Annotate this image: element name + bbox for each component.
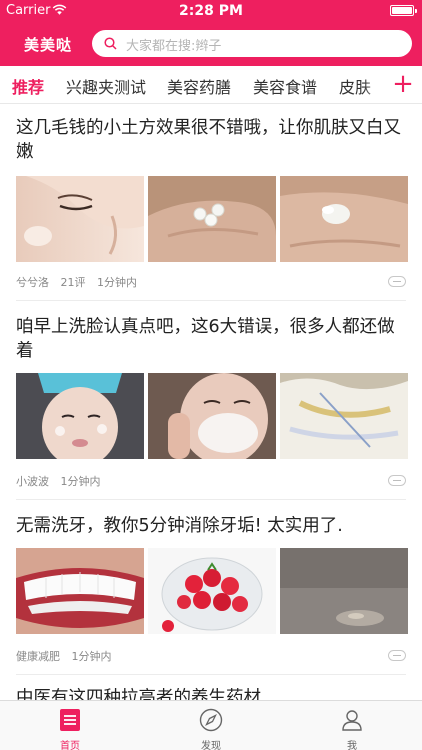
tabs-fade bbox=[364, 66, 384, 103]
tab-beauty-recipes[interactable]: 美容食谱 bbox=[253, 74, 317, 98]
battery-icon bbox=[390, 5, 417, 16]
article-author: 小波波 bbox=[16, 475, 49, 488]
bottom-tab-bar: 首页 发现 我 bbox=[0, 700, 422, 750]
article-time: 1分钟内 bbox=[97, 276, 137, 289]
divider bbox=[16, 300, 406, 301]
more-options-icon[interactable] bbox=[388, 276, 406, 287]
article-time: 1分钟内 bbox=[71, 650, 112, 663]
tab-interest-test[interactable]: 兴趣夹测试 bbox=[66, 74, 146, 98]
article-author: 兮兮洛 bbox=[16, 276, 49, 289]
tab-discover-label: 发现 bbox=[201, 741, 221, 750]
tab-me-label: 我 bbox=[347, 741, 357, 750]
compass-icon bbox=[199, 708, 223, 732]
app-header: Carrier 2:28 PM 美美哒 大家都在搜:辫子 bbox=[0, 0, 422, 66]
teeth-smile-photo bbox=[16, 548, 144, 634]
add-tab-button[interactable]: + bbox=[384, 66, 422, 103]
face-skin-photo bbox=[16, 176, 144, 262]
face-foam-photo bbox=[16, 373, 144, 459]
profile-icon bbox=[342, 710, 362, 731]
divider bbox=[16, 674, 406, 675]
countertop-photo bbox=[280, 548, 408, 634]
article-title[interactable]: 咱早上洗脸认真点吧，这6大错误，很多人都还做着 bbox=[16, 315, 412, 363]
face-wash-photo bbox=[148, 373, 276, 459]
search-input[interactable]: 大家都在搜:辫子 bbox=[92, 30, 412, 57]
tab-home-label: 首页 bbox=[60, 741, 80, 750]
towel-photo bbox=[280, 373, 408, 459]
hand-pills-photo bbox=[148, 176, 276, 262]
status-bar: Carrier 2:28 PM bbox=[0, 0, 422, 22]
app-title[interactable]: 美美哒 bbox=[24, 34, 72, 55]
article-meta: 健康减肥 1分钟内 bbox=[16, 648, 120, 664]
article-images bbox=[16, 176, 408, 262]
tab-recommend[interactable]: 推荐 bbox=[12, 74, 44, 98]
divider bbox=[16, 499, 406, 500]
article-meta: 小波波 1分钟内 bbox=[16, 473, 109, 489]
tab-beauty-diet[interactable]: 美容药膳 bbox=[167, 74, 231, 98]
tab-discover[interactable]: 发现 bbox=[141, 701, 281, 750]
more-options-icon[interactable] bbox=[388, 650, 406, 661]
strawberries-photo bbox=[148, 548, 276, 634]
article-images bbox=[16, 373, 408, 459]
article-title[interactable]: 这几毛钱的小土方效果很不错哦，让你肌肤又白又嫩 bbox=[16, 116, 412, 164]
category-tabs: 推荐 兴趣夹测试 美容药膳 美容食谱 皮肤 + bbox=[0, 66, 422, 104]
status-time: 2:28 PM bbox=[179, 3, 243, 19]
article-title[interactable]: 无需洗牙，教你5分钟消除牙垢! 太实用了. bbox=[16, 514, 412, 538]
more-options-icon[interactable] bbox=[388, 475, 406, 486]
search-icon bbox=[104, 37, 117, 50]
search-placeholder: 大家都在搜:辫子 bbox=[126, 39, 222, 54]
tab-me[interactable]: 我 bbox=[282, 701, 422, 750]
article-author: 健康减肥 bbox=[16, 650, 60, 663]
hand-paste-photo bbox=[280, 176, 408, 262]
article-meta: 兮兮洛 21评 1分钟内 bbox=[16, 274, 145, 290]
article-time: 1分钟内 bbox=[60, 475, 101, 488]
home-doc-icon bbox=[60, 709, 80, 731]
tab-home[interactable]: 首页 bbox=[0, 701, 140, 750]
article-images bbox=[16, 548, 408, 634]
article-comments: 21评 bbox=[60, 276, 86, 289]
